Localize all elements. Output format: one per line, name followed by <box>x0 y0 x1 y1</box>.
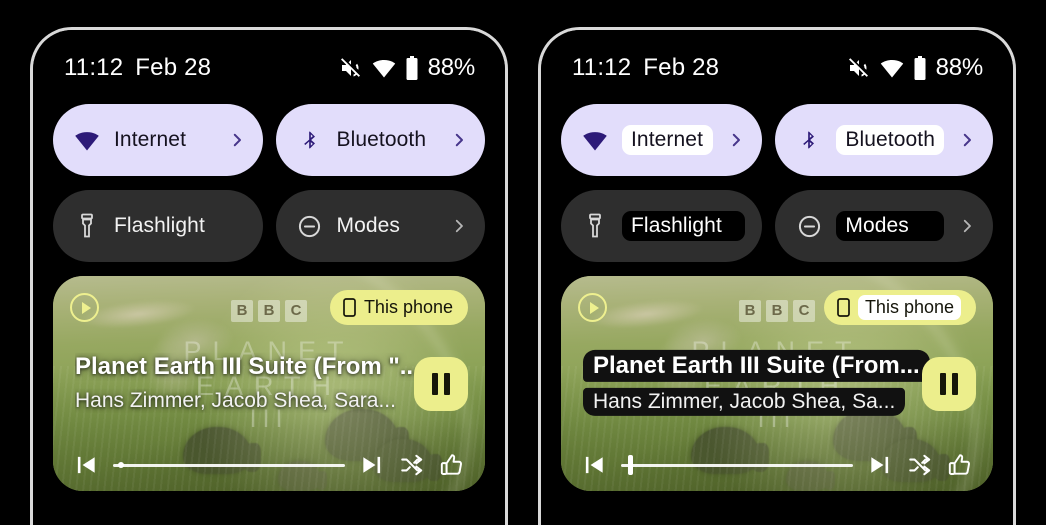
seek-bar[interactable] <box>113 452 345 478</box>
tile-label-internet: Internet <box>114 128 187 151</box>
output-device-label: This phone <box>857 295 961 320</box>
tile-label-flashlight: Flashlight <box>114 214 205 237</box>
phone-icon <box>837 298 850 317</box>
wifi-icon <box>74 127 100 153</box>
mute-icon <box>340 58 360 77</box>
shuffle-icon[interactable] <box>399 452 425 478</box>
shuffle-icon[interactable] <box>907 452 933 478</box>
seek-handle[interactable] <box>117 462 124 468</box>
bluetooth-icon <box>796 127 822 153</box>
status-bar-right: 88% <box>339 54 475 82</box>
bbc-letter: C <box>285 299 307 322</box>
status-date: Feb 28 <box>643 54 720 81</box>
pause-button[interactable] <box>922 356 976 411</box>
phone-high-contrast: 11:12 Feb 28 88% Internet Bluetooth Flas… <box>538 27 1016 525</box>
battery-percent: 88% <box>427 54 476 81</box>
tile-modes[interactable]: Modes <box>775 190 993 262</box>
status-bar-left: 11:12 Feb 28 <box>64 54 211 82</box>
chevron-right-icon[interactable] <box>228 131 246 149</box>
seek-rail <box>113 463 345 467</box>
chevron-right-icon[interactable] <box>958 217 976 235</box>
wifi-icon <box>582 127 608 153</box>
battery-icon <box>406 56 418 80</box>
comparison-stage: 11:12 Feb 28 88% Internet Bluetooth Flas… <box>0 0 1046 525</box>
battery-percent: 88% <box>935 54 984 81</box>
tile-label-bluetooth: Bluetooth <box>336 128 427 151</box>
dnd-icon <box>796 213 822 239</box>
media-player-card[interactable]: B B C PLANET EARTH III This phone <box>561 276 993 491</box>
tile-label-bluetooth: Bluetooth <box>836 125 944 155</box>
track-artist: Hans Zimmer, Jacob Shea, Sa... <box>583 387 906 416</box>
chevron-right-icon[interactable] <box>958 131 976 149</box>
status-bar: 11:12 Feb 28 88% <box>33 30 505 82</box>
track-title: Planet Earth III Suite (From "... <box>75 352 420 380</box>
pause-button[interactable] <box>414 356 468 411</box>
play-circle-icon <box>578 293 607 322</box>
next-icon[interactable] <box>359 452 385 478</box>
battery-icon <box>914 56 926 80</box>
track-title: Planet Earth III Suite (From... <box>583 349 930 382</box>
phone-standard-contrast: 11:12 Feb 28 88% Internet Bluetooth Flas… <box>30 27 508 525</box>
bbc-letter: B <box>739 299 761 322</box>
bluetooth-icon <box>297 127 323 153</box>
output-device-label: This phone <box>363 297 453 317</box>
media-player-card[interactable]: B B C PLANET EARTH III This phone <box>53 276 485 491</box>
bbc-letter: B <box>766 299 788 322</box>
wifi-icon <box>372 60 395 78</box>
media-controls <box>581 452 973 478</box>
track-artist: Hans Zimmer, Jacob Shea, Sara... <box>75 388 396 412</box>
quick-settings-grid: Internet Bluetooth Flashlight Modes <box>541 82 1013 262</box>
screen-high-contrast: 11:12 Feb 28 88% Internet Bluetooth Flas… <box>541 30 1013 525</box>
bbc-letter: C <box>793 299 815 322</box>
quick-settings-grid: Internet Bluetooth Flashlight Modes <box>33 82 505 262</box>
dnd-icon <box>297 213 323 239</box>
flashlight-icon <box>582 213 608 239</box>
phone-icon <box>343 298 356 317</box>
previous-icon[interactable] <box>73 452 99 478</box>
thumbs-up-icon[interactable] <box>947 452 973 478</box>
track-info: Planet Earth III Suite (From... Hans Zim… <box>583 349 930 420</box>
previous-icon[interactable] <box>581 452 607 478</box>
tile-flashlight[interactable]: Flashlight <box>561 190 763 262</box>
bbc-letter: B <box>231 299 253 322</box>
status-bar: 11:12 Feb 28 88% <box>541 30 1013 82</box>
chevron-right-icon[interactable] <box>727 131 745 149</box>
tile-label-modes: Modes <box>836 211 944 241</box>
bbc-letter: B <box>258 299 280 322</box>
mute-icon <box>848 58 868 77</box>
seek-bar[interactable] <box>621 452 853 478</box>
seek-handle[interactable] <box>627 455 633 475</box>
next-icon[interactable] <box>867 452 893 478</box>
tile-label-modes: Modes <box>336 214 401 237</box>
pause-icon <box>444 372 450 395</box>
screen-standard: 11:12 Feb 28 88% Internet Bluetooth Flas… <box>33 30 505 525</box>
status-bar-left: 11:12 Feb 28 <box>572 54 719 82</box>
output-device-chip[interactable]: This phone <box>329 290 468 325</box>
status-bar-right: 88% <box>847 54 983 82</box>
status-date: Feb 28 <box>135 54 212 81</box>
tile-internet[interactable]: Internet <box>53 104 263 176</box>
tile-bluetooth[interactable]: Bluetooth <box>775 104 993 176</box>
tile-label-internet: Internet <box>622 125 714 155</box>
wifi-icon <box>880 60 903 78</box>
pause-icon <box>432 372 438 395</box>
media-controls <box>73 452 465 478</box>
tile-modes[interactable]: Modes <box>275 190 485 262</box>
tile-bluetooth[interactable]: Bluetooth <box>275 104 485 176</box>
flashlight-icon <box>74 213 100 239</box>
track-info: Planet Earth III Suite (From "... Hans Z… <box>75 352 420 417</box>
chevron-right-icon[interactable] <box>450 217 468 235</box>
pause-icon <box>940 372 946 395</box>
play-circle-icon <box>70 293 99 322</box>
output-device-chip[interactable]: This phone <box>823 290 976 325</box>
tile-label-flashlight: Flashlight <box>622 211 746 241</box>
chevron-right-icon[interactable] <box>450 131 468 149</box>
pause-icon <box>952 372 958 395</box>
tile-internet[interactable]: Internet <box>561 104 763 176</box>
tile-flashlight[interactable]: Flashlight <box>53 190 263 262</box>
status-time: 11:12 <box>572 54 632 81</box>
thumbs-up-icon[interactable] <box>439 452 465 478</box>
seek-rail <box>621 463 853 467</box>
status-time: 11:12 <box>64 54 124 81</box>
